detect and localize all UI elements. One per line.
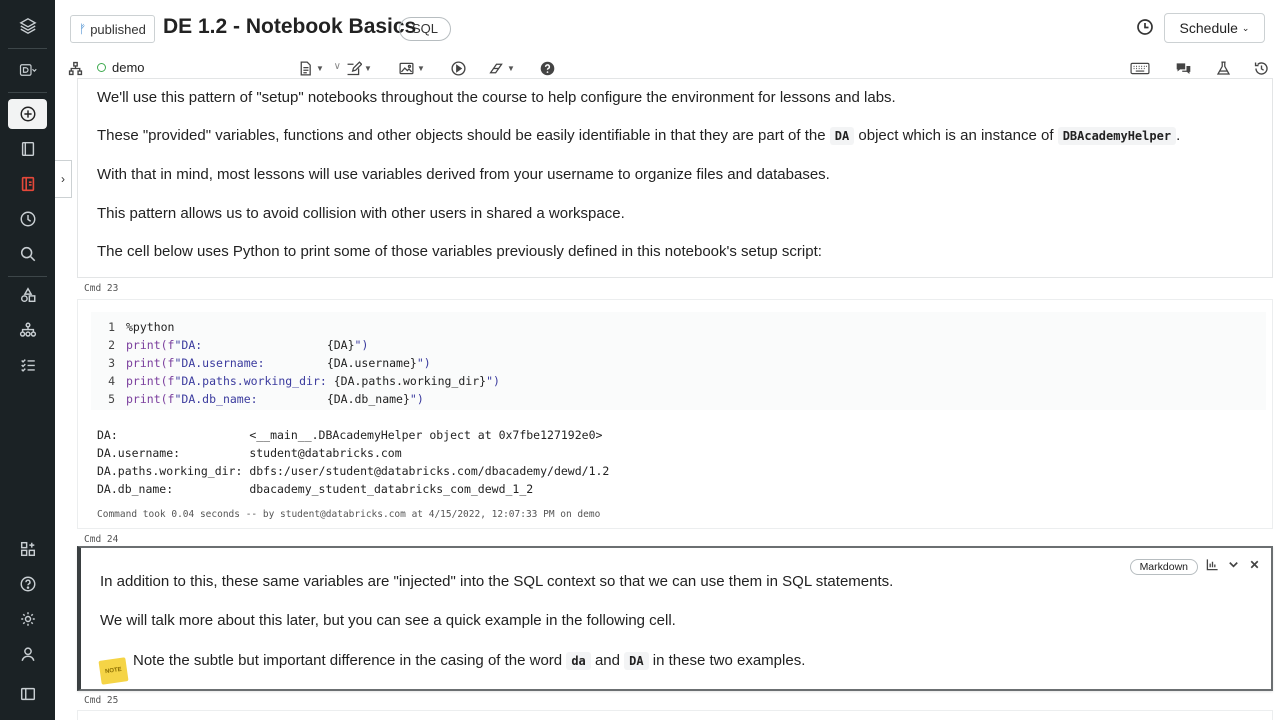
expand-sidebar-tab[interactable]: › xyxy=(55,160,72,198)
chevron-down-icon: ⌄ xyxy=(1241,22,1250,33)
markdown-text-part: in these two examples. xyxy=(652,652,806,669)
markdown-text: This pattern allows us to avoid collisio… xyxy=(97,205,625,222)
file-menu-icon[interactable]: ▼ xyxy=(297,58,324,78)
code-editor[interactable]: 1 %python 2 print(f"DA: {DA}") 3 print(f"DA… xyxy=(91,312,1266,410)
notebook-toolbar: demo ∨ ▼ ▼ ▼ ▼ xyxy=(55,56,1280,80)
markdown-cell[interactable]: We'll use this pattern of "setup" notebo… xyxy=(77,78,1273,278)
collapse-sidebar-icon[interactable] xyxy=(0,677,55,711)
cluster-hierarchy-icon xyxy=(67,58,84,78)
run-all-icon[interactable] xyxy=(450,58,467,78)
experiment-flask-icon[interactable] xyxy=(1215,58,1232,78)
code-cell[interactable]: 1 %python 2 print(f"DA: {DA}") 3 print(f"DA… xyxy=(77,299,1273,529)
language-selector[interactable]: SQL xyxy=(399,17,452,41)
notebook-title[interactable]: DE 1.2 - Notebook Basics xyxy=(163,15,416,39)
code-line: print(f"DA.db_name: {DA.db_name}") xyxy=(126,392,424,406)
chart-icon[interactable] xyxy=(1206,558,1219,576)
inline-code: DA xyxy=(624,652,649,670)
code-line: print(f"DA.paths.working_dir: {DA.paths.… xyxy=(126,374,500,388)
line-number: 2 xyxy=(108,338,115,352)
markdown-text-part: These "provided" variables, functions an… xyxy=(97,127,826,144)
data-icon[interactable] xyxy=(0,278,55,312)
view-menu-icon[interactable]: ▼ xyxy=(398,58,425,78)
keyboard-shortcuts-icon[interactable] xyxy=(1129,58,1151,78)
settings-gear-icon[interactable] xyxy=(0,602,55,636)
close-icon[interactable] xyxy=(1248,558,1261,576)
markdown-text: Note the subtle but important difference… xyxy=(133,652,806,670)
published-label: published xyxy=(90,21,146,37)
compute-icon[interactable] xyxy=(0,313,55,347)
comments-icon[interactable] xyxy=(1175,58,1192,78)
code-line: print(f"DA: {DA}") xyxy=(126,338,369,352)
markdown-text: With that in mind, most lessons will use… xyxy=(97,166,830,183)
chevron-right-icon: › xyxy=(61,172,65,186)
markdown-text-part: Note the subtle but important difference… xyxy=(133,652,563,669)
cluster-name: demo xyxy=(112,60,145,75)
chevron-down-icon[interactable] xyxy=(1227,558,1240,576)
code-cell[interactable] xyxy=(77,710,1273,720)
user-icon[interactable] xyxy=(0,637,55,671)
partner-connect-icon[interactable] xyxy=(0,532,55,566)
databricks-logo-icon[interactable] xyxy=(0,9,55,43)
cmd-label: Cmd 23 xyxy=(84,283,119,294)
schedule-button[interactable]: Schedule ⌄ xyxy=(1164,13,1265,43)
help-icon[interactable] xyxy=(0,567,55,601)
output-line: DA.db_name: dbacademy_student_databricks… xyxy=(97,482,534,496)
line-number: 3 xyxy=(108,356,115,370)
recents-icon[interactable] xyxy=(0,202,55,236)
left-sidebar xyxy=(0,0,55,720)
output-line: DA: <__main__.DBAcademyHelper object at … xyxy=(97,428,603,442)
revision-history-icon[interactable] xyxy=(1135,17,1155,37)
inline-code: DBAcademyHelper xyxy=(1057,127,1177,145)
schedule-label: Schedule xyxy=(1179,20,1238,36)
markdown-text: The cell below uses Python to print some… xyxy=(97,243,822,260)
cmd-label: Cmd 25 xyxy=(84,695,119,706)
markdown-text: We'll use this pattern of "setup" notebo… xyxy=(97,89,896,106)
workspace-icon[interactable] xyxy=(0,132,55,166)
cmd-label: Cmd 24 xyxy=(84,534,119,545)
code-line: print(f"DA.username: {DA.username}") xyxy=(126,356,431,370)
selected-markdown-cell[interactable]: Markdown In addition to this, these same… xyxy=(77,546,1273,691)
markdown-text-part: . xyxy=(1176,127,1181,144)
markdown-text: In addition to this, these same variable… xyxy=(100,573,894,590)
line-number: 4 xyxy=(108,374,115,388)
markdown-text-part: object which is an instance of xyxy=(858,127,1054,144)
published-button[interactable]: ᚠ published xyxy=(70,15,155,43)
code-line: %python xyxy=(126,320,175,334)
command-took-text: Command took 0.04 seconds -- by student@… xyxy=(97,509,601,520)
chevron-down-icon: ∨ xyxy=(333,61,341,72)
git-branch-icon: ᚠ xyxy=(79,22,87,36)
cluster-status-icon xyxy=(97,63,106,72)
markdown-text-part: and xyxy=(594,652,620,669)
clear-menu-icon[interactable]: ▼ xyxy=(488,58,515,78)
search-icon[interactable] xyxy=(0,237,55,271)
notebook-header: ᚠ published DE 1.2 - Notebook Basics SQL… xyxy=(55,0,1280,56)
cell-toolbar: Markdown xyxy=(1129,558,1261,576)
notebook-content: We'll use this pattern of "setup" notebo… xyxy=(76,78,1273,720)
inline-code: DA xyxy=(829,127,855,145)
create-icon[interactable] xyxy=(8,99,47,129)
repos-icon[interactable] xyxy=(0,167,55,201)
output-line: DA.paths.working_dir: dbfs:/user/student… xyxy=(97,464,610,478)
markdown-text: We will talk more about this later, but … xyxy=(100,612,676,629)
edit-menu-icon[interactable]: ▼ xyxy=(345,58,372,78)
output-line: DA.username: student@databricks.com xyxy=(97,446,402,460)
cell-type-badge[interactable]: Markdown xyxy=(1129,559,1198,575)
persona-switcher-icon[interactable] xyxy=(0,53,55,87)
markdown-text: These "provided" variables, functions an… xyxy=(97,127,1181,145)
line-number: 1 xyxy=(108,320,115,334)
note-sticky-icon: NOTE xyxy=(98,657,129,685)
workflows-icon[interactable] xyxy=(0,348,55,382)
revision-history-icon[interactable] xyxy=(1253,58,1270,78)
inline-code: da xyxy=(566,652,591,670)
help-icon[interactable] xyxy=(539,58,556,78)
line-number: 5 xyxy=(108,392,115,406)
